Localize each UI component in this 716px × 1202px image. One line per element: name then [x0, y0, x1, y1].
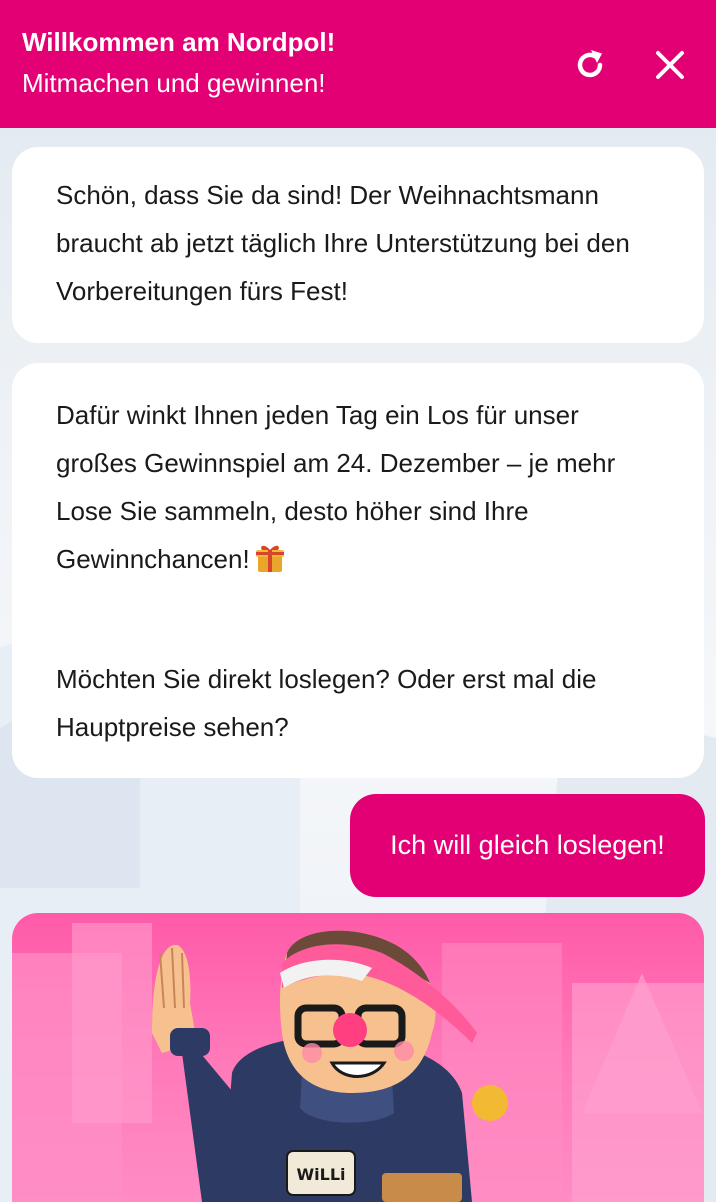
message-text: Schön, dass Sie da sind! Der Weihnachtsm…	[56, 180, 630, 306]
bot-message-1: Schön, dass Sie da sind! Der Weihnachtsm…	[12, 147, 704, 343]
close-icon	[656, 51, 684, 79]
message-text-part: Dafür winkt Ihnen jeden Tag ein Los für …	[56, 400, 616, 574]
refresh-icon	[577, 50, 603, 78]
elf-illustration-card: WiLLi	[12, 913, 704, 1202]
reply-button-start[interactable]: Ich will gleich loslegen!	[350, 794, 705, 897]
refresh-button[interactable]	[565, 40, 615, 90]
chat-header: Willkommen am Nordpol! Mitmachen und gew…	[0, 0, 716, 128]
header-subtitle: Mitmachen und gewinnen!	[22, 68, 326, 98]
message-text: Dafür winkt Ihnen jeden Tag ein Los für …	[56, 391, 660, 583]
message-text: Möchten Sie direkt loslegen? Oder erst m…	[56, 664, 597, 742]
close-button[interactable]	[645, 40, 695, 90]
name-badge-text: WiLLi	[296, 1165, 345, 1184]
gift-icon	[255, 545, 284, 572]
bot-message-2: Dafür winkt Ihnen jeden Tag ein Los für …	[12, 363, 704, 778]
header-title: Willkommen am Nordpol!	[22, 27, 336, 57]
elf-illustration: WiLLi	[12, 923, 704, 1202]
